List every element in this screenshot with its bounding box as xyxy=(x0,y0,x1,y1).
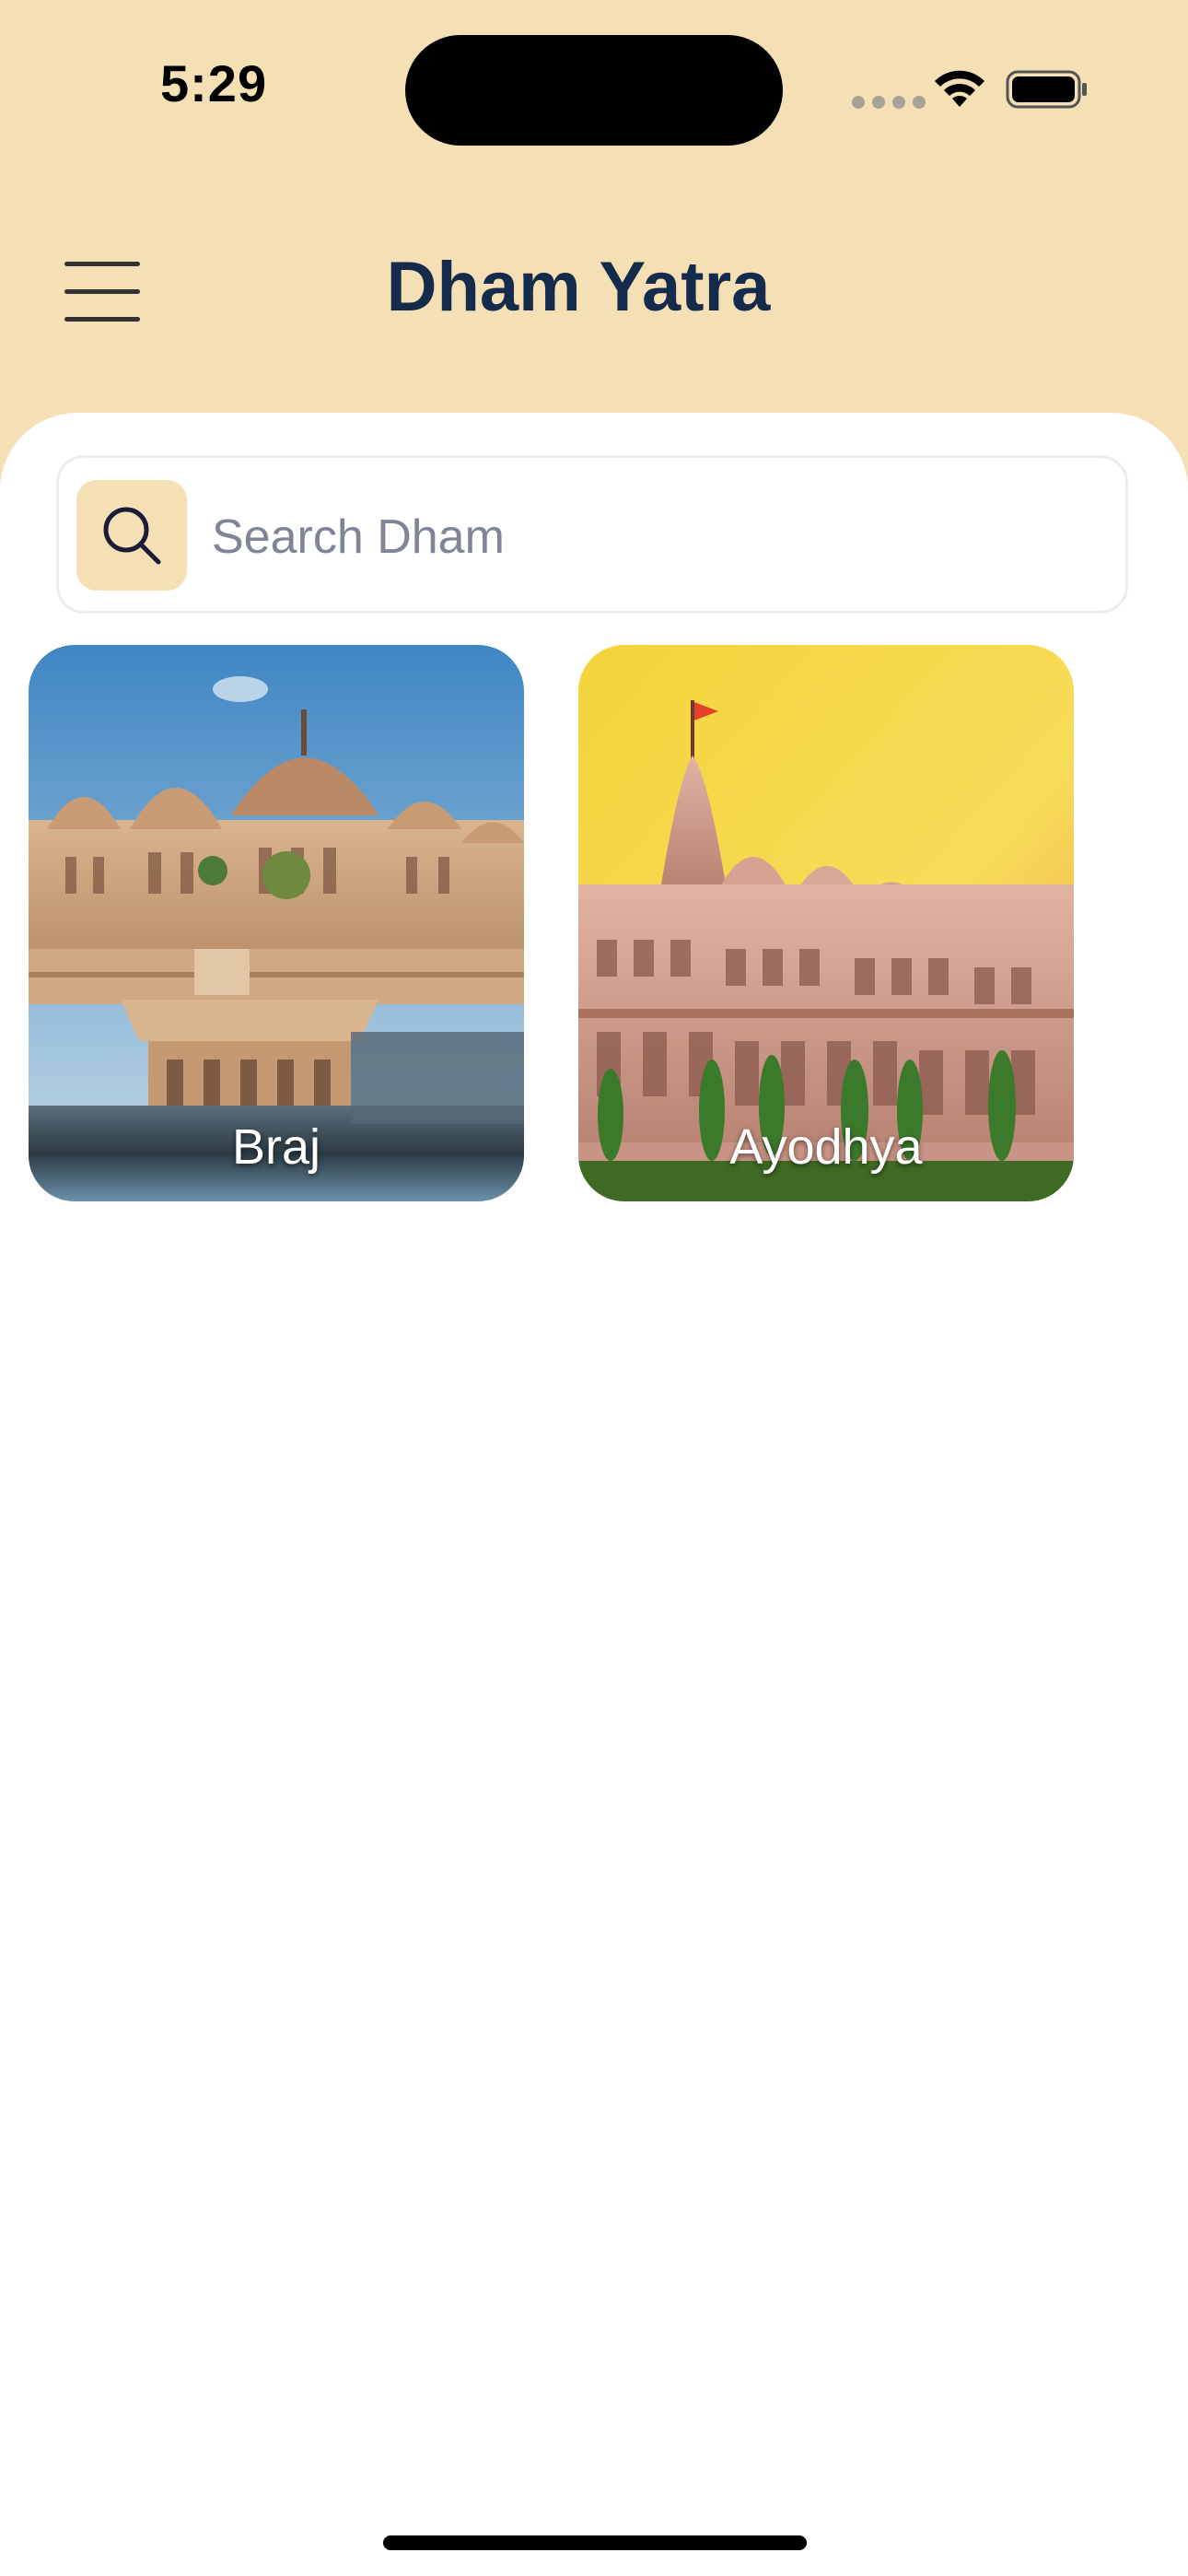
dynamic-island xyxy=(405,35,783,146)
home-indicator[interactable] xyxy=(383,2535,807,2550)
wifi-icon xyxy=(935,70,984,107)
cellular-signal-icon xyxy=(852,96,926,109)
battery-icon xyxy=(1006,70,1087,109)
dham-card-ayodhya[interactable]: Ayodhya xyxy=(578,645,1074,1201)
dham-card-braj[interactable]: Braj xyxy=(29,645,524,1201)
search-icon xyxy=(103,507,161,565)
search-input[interactable] xyxy=(210,495,1098,580)
search-button[interactable] xyxy=(76,480,187,591)
dham-label: Ayodhya xyxy=(729,1119,923,1175)
top-navigation: Dham Yatra xyxy=(0,230,1188,350)
status-time: 5:29 xyxy=(160,54,268,112)
page-title: Dham Yatra xyxy=(386,248,771,326)
dham-label: Braj xyxy=(231,1119,321,1175)
search-bar[interactable] xyxy=(56,455,1128,614)
status-bar: 5:29 xyxy=(0,0,1188,175)
